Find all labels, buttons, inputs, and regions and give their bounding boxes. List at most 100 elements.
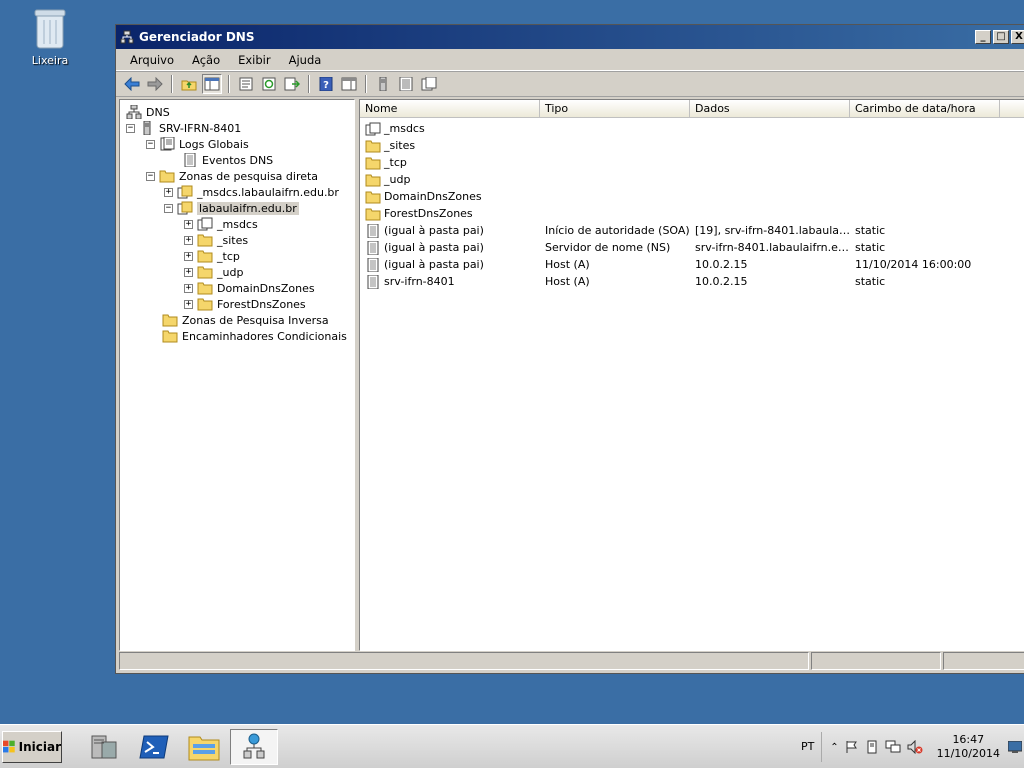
toolbar-separator bbox=[308, 75, 310, 93]
tree-node-server[interactable]: − SRV-IFRN-8401 bbox=[126, 120, 241, 136]
tree-node-subfolder[interactable]: + ForestDnsZones bbox=[184, 296, 306, 312]
tree-node-main-zone[interactable]: − labaulaifrn.edu.br bbox=[164, 200, 299, 216]
show-desktop-button[interactable] bbox=[1006, 732, 1024, 762]
cell-carimbo: static bbox=[855, 224, 886, 237]
taskbar-dns-manager[interactable] bbox=[230, 729, 278, 765]
zone-button[interactable] bbox=[419, 74, 439, 94]
list-row[interactable]: (igual à pasta pai) Início de autoridade … bbox=[360, 222, 1024, 239]
device-icon[interactable] bbox=[865, 740, 879, 754]
cell-tipo: Host (A) bbox=[545, 275, 590, 288]
cell-nome: (igual à pasta pai) bbox=[360, 257, 540, 272]
list-row[interactable]: _tcp bbox=[360, 154, 1024, 171]
action-pane-icon bbox=[341, 77, 357, 91]
forward-button[interactable] bbox=[145, 74, 165, 94]
tree-node-subfolder[interactable]: + DomainDnsZones bbox=[184, 280, 315, 296]
tree-node-dns[interactable]: DNS bbox=[126, 104, 170, 120]
recycle-bin-shortcut[interactable]: Lixeira bbox=[20, 6, 80, 67]
up-level-button[interactable] bbox=[179, 74, 199, 94]
tree-node-dns-events[interactable]: Eventos DNS bbox=[182, 152, 273, 168]
tree-label: _msdcs.labaulaifrn.edu.br bbox=[197, 185, 339, 199]
logs-icon bbox=[160, 137, 175, 151]
column-header-nome[interactable]: Nome bbox=[360, 100, 540, 117]
taskbar-server-manager[interactable] bbox=[80, 729, 128, 765]
taskbar-powershell[interactable] bbox=[130, 729, 178, 765]
list-row[interactable]: _sites bbox=[360, 137, 1024, 154]
tree-node-subfolder[interactable]: + _msdcs bbox=[184, 216, 258, 232]
expand-toggle[interactable]: + bbox=[184, 251, 193, 261]
expand-toggle[interactable]: + bbox=[184, 219, 193, 229]
menu-exibir[interactable]: Exibir bbox=[230, 51, 279, 69]
export-list-button[interactable] bbox=[282, 74, 302, 94]
list-row[interactable]: (igual à pasta pai) Host (A) 10.0.2.15 11/1… bbox=[360, 256, 1024, 273]
collapse-toggle[interactable]: − bbox=[126, 123, 135, 133]
row-name: _msdcs bbox=[384, 122, 425, 135]
collapse-toggle[interactable]: − bbox=[146, 139, 155, 149]
folder-icon bbox=[365, 191, 381, 203]
column-header-dados[interactable]: Dados bbox=[690, 100, 850, 117]
menu-ajuda[interactable]: Ajuda bbox=[281, 51, 330, 69]
properties-button[interactable] bbox=[236, 74, 256, 94]
start-button[interactable]: Iniciar bbox=[2, 731, 62, 763]
taskbar-explorer[interactable] bbox=[180, 729, 228, 765]
menu-bar: Arquivo Ação Exibir Ajuda bbox=[116, 49, 1024, 71]
list-row[interactable]: _udp bbox=[360, 171, 1024, 188]
collapse-toggle[interactable]: − bbox=[146, 171, 155, 181]
clock[interactable]: 16:47 11/10/2014 bbox=[931, 733, 1006, 761]
tree-label: Eventos DNS bbox=[202, 153, 274, 167]
tree-label: SRV-IFRN-8401 bbox=[159, 121, 242, 135]
tree-label: DNS bbox=[146, 105, 170, 119]
record-icon bbox=[367, 240, 379, 255]
close-button[interactable]: X bbox=[1011, 30, 1024, 44]
tree-node-msdcs-zone[interactable]: + _msdcs.labaulaifrn.edu.br bbox=[164, 184, 339, 200]
help-button[interactable]: ? bbox=[316, 74, 336, 94]
list-row[interactable]: (igual à pasta pai) Servidor de nome (NS)… bbox=[360, 239, 1024, 256]
expand-toggle[interactable]: + bbox=[184, 235, 193, 245]
tree-node-global-logs[interactable]: − Logs Globais bbox=[146, 136, 249, 152]
action-pane-button[interactable] bbox=[339, 74, 359, 94]
expand-toggle[interactable]: + bbox=[184, 283, 193, 293]
tree-label-selected: labaulaifrn.edu.br bbox=[197, 201, 299, 215]
expand-toggle[interactable]: + bbox=[184, 267, 193, 277]
tree-node-subfolder[interactable]: + _sites bbox=[184, 232, 248, 248]
folder-icon bbox=[197, 250, 213, 263]
expand-toggle[interactable]: + bbox=[184, 299, 193, 309]
maximize-button[interactable]: □ bbox=[993, 30, 1009, 44]
server-button[interactable] bbox=[373, 74, 393, 94]
network-icon[interactable] bbox=[885, 740, 901, 754]
title-bar[interactable]: Gerenciador DNS _ □ X bbox=[116, 25, 1024, 49]
tree-node-subfolder[interactable]: + _udp bbox=[184, 264, 243, 280]
tree-label: DomainDnsZones bbox=[217, 281, 315, 295]
folder-explorer-icon bbox=[188, 736, 220, 761]
tree-node-forward-zones[interactable]: − Zonas de pesquisa direta bbox=[146, 168, 318, 184]
list-row[interactable]: _msdcs bbox=[360, 120, 1024, 137]
list-row[interactable]: srv-ifrn-8401 Host (A) 10.0.2.15 static bbox=[360, 273, 1024, 290]
show-tree-button[interactable] bbox=[202, 74, 222, 94]
language-indicator[interactable]: PT bbox=[794, 732, 823, 762]
collapse-toggle[interactable]: − bbox=[164, 203, 173, 213]
dns-root-icon bbox=[126, 105, 142, 119]
tree-node-conditional-forwarders[interactable]: Encaminhadores Condicionais bbox=[162, 328, 347, 344]
record-list-button[interactable] bbox=[396, 74, 416, 94]
folder-icon bbox=[197, 298, 213, 311]
list-row[interactable]: ForestDnsZones bbox=[360, 205, 1024, 222]
refresh-icon bbox=[262, 77, 276, 91]
menu-arquivo[interactable]: Arquivo bbox=[122, 51, 182, 69]
status-bar bbox=[119, 652, 1024, 670]
column-header-carimbo[interactable]: Carimbo de data/hora bbox=[850, 100, 1000, 117]
tree-node-subfolder[interactable]: + _tcp bbox=[184, 248, 240, 264]
zone-icon bbox=[421, 77, 437, 91]
action-center-flag-icon[interactable] bbox=[845, 740, 859, 754]
folder-icon bbox=[197, 266, 213, 279]
column-header-tipo[interactable]: Tipo bbox=[540, 100, 690, 117]
minimize-button[interactable]: _ bbox=[975, 30, 991, 44]
cell-nome: _udp bbox=[360, 173, 540, 187]
show-hidden-icons-icon[interactable]: ⌃ bbox=[830, 742, 838, 753]
list-row[interactable]: DomainDnsZones bbox=[360, 188, 1024, 205]
menu-acao[interactable]: Ação bbox=[184, 51, 228, 69]
expand-toggle[interactable]: + bbox=[164, 187, 173, 197]
back-button[interactable] bbox=[122, 74, 142, 94]
volume-muted-icon[interactable] bbox=[907, 740, 923, 754]
refresh-button[interactable] bbox=[259, 74, 279, 94]
cell-dados: 10.0.2.15 bbox=[695, 275, 748, 288]
tree-node-reverse-zones[interactable]: Zonas de Pesquisa Inversa bbox=[162, 312, 329, 328]
